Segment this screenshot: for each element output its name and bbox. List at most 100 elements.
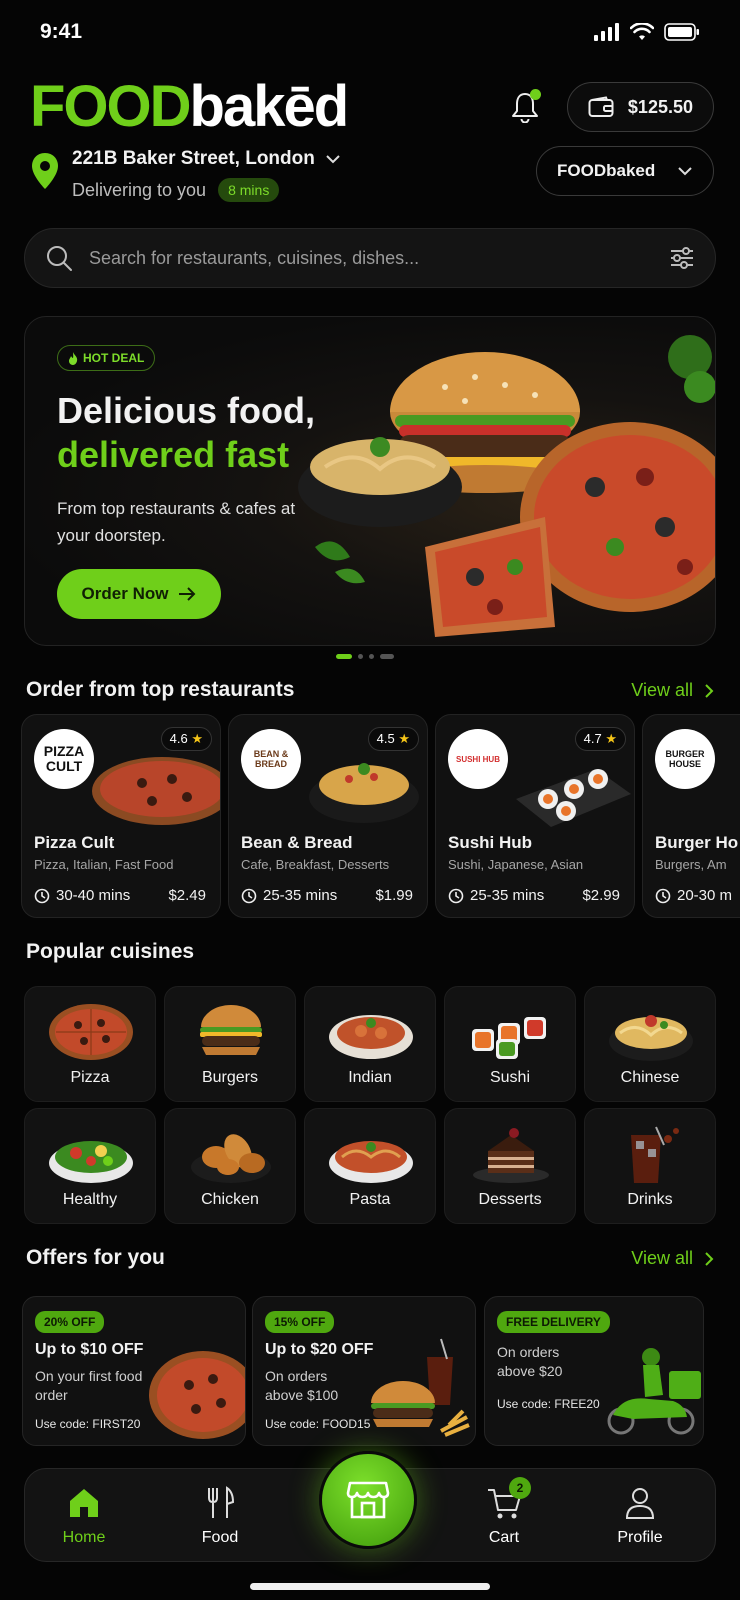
pasta-bowl-image — [309, 763, 419, 823]
pasta-icon — [329, 1141, 413, 1183]
star-icon: ★ — [191, 731, 203, 746]
hero-food-illustration — [298, 335, 715, 637]
cuisine-label: Sushi — [489, 1069, 531, 1086]
pizza-image — [149, 1351, 245, 1439]
hero-title-line1: Delicious food, — [57, 390, 316, 431]
search-bar — [24, 228, 716, 288]
store-button[interactable] — [319, 1451, 417, 1549]
home-indicator[interactable] — [250, 1583, 490, 1590]
cuisine-label: Burgers — [201, 1069, 259, 1086]
restaurant-tags: Burgers, Am — [655, 857, 727, 872]
scooter-delivery-image — [607, 1348, 701, 1435]
search-input[interactable] — [89, 247, 653, 269]
cuisine-burgers[interactable]: Burgers — [164, 986, 296, 1102]
wallet-icon — [588, 96, 614, 117]
notification-dot — [529, 89, 541, 100]
cuisine-chicken[interactable]: Chicken — [164, 1108, 296, 1224]
hot-deal-label: HOT DEAL — [83, 351, 145, 365]
cuisine-label: Pasta — [349, 1191, 391, 1208]
cuisine-desserts[interactable]: Desserts — [444, 1108, 576, 1224]
cuisine-pasta[interactable]: Pasta — [304, 1108, 436, 1224]
rating-value: 4.6 — [169, 731, 188, 746]
order-now-button[interactable]: Order Now — [57, 569, 221, 619]
delivery-time: 20-30 m — [655, 887, 732, 904]
restaurant-card[interactable]: PIZZA CULT 4.6 ★ Pizza Cult Pizza, Itali… — [21, 714, 221, 918]
logo-baked: bakēd — [189, 74, 350, 139]
order-now-label: Order Now — [81, 584, 169, 603]
nav-home[interactable]: Home — [39, 1483, 129, 1547]
sushi-icon — [472, 1017, 546, 1059]
cuisine-label: Chinese — [620, 1069, 680, 1086]
salad-icon — [49, 1141, 133, 1183]
restaurant-logo: BEAN & BREAD — [241, 729, 301, 789]
chevron-down-icon — [678, 167, 692, 176]
nav-food[interactable]: Food — [175, 1483, 265, 1547]
nav-profile-label: Profile — [617, 1529, 663, 1546]
delivery-fee: $2.99 — [582, 887, 620, 904]
cuisine-chinese[interactable]: Chinese — [584, 986, 716, 1102]
cuisine-grid: Pizza Burgers Indian Sushi Chinese Healt… — [24, 986, 716, 1224]
offer-description: On your first food order — [35, 1368, 143, 1403]
cuisine-drinks[interactable]: Drinks — [584, 1108, 716, 1224]
app-logo[interactable]: FOODbakēd — [30, 78, 349, 136]
wallet-button[interactable]: $125.50 — [566, 82, 714, 132]
pizza-image — [92, 757, 220, 825]
status-time: 9:41 — [40, 20, 83, 43]
delivery-location[interactable]: 221B Baker Street, London Delivering to … — [30, 148, 470, 208]
restaurant-logo: PIZZA CULT — [34, 729, 94, 789]
restaurant-card[interactable]: BEAN & BREAD 4.5 ★ Bean & Bread Cafe, Br… — [228, 714, 428, 918]
status-icons — [594, 23, 700, 41]
home-icon — [70, 1489, 98, 1517]
hero-banner[interactable]: HOT DEAL Delicious food, delivered fast … — [24, 316, 716, 646]
carousel-dot[interactable] — [358, 654, 363, 659]
delivery-fee: $2.49 — [168, 887, 206, 904]
offer-card[interactable]: FREE DELIVERY On orders above $20 Use co… — [484, 1296, 704, 1446]
offer-badge: FREE DELIVERY — [497, 1311, 610, 1333]
delivery-fee: $1.99 — [375, 887, 413, 904]
cuisine-pizza[interactable]: Pizza — [24, 986, 156, 1102]
chevron-right-icon — [705, 1251, 714, 1266]
carousel-dot[interactable] — [380, 654, 394, 659]
offer-card[interactable]: 20% OFF Up to $10 OFF On your first food… — [22, 1296, 246, 1446]
notifications-button[interactable] — [505, 87, 545, 127]
delivery-time: 25-35 mins — [241, 887, 337, 904]
arrow-right-icon — [179, 587, 196, 601]
delivery-time: 30-40 mins — [34, 887, 130, 904]
profile-icon — [625, 1488, 655, 1519]
offer-badge: 15% OFF — [265, 1311, 335, 1333]
curry-bowl-icon — [329, 1015, 413, 1059]
offers-view-all[interactable]: View all — [631, 1248, 714, 1269]
cuisines-section-title: Popular cuisines — [26, 940, 195, 963]
delivery-time-value: 25-35 mins — [470, 887, 545, 904]
restaurant-tags: Sushi, Japanese, Asian — [448, 857, 584, 872]
burger-drink-image — [371, 1338, 470, 1437]
cuisine-indian[interactable]: Indian — [304, 986, 436, 1102]
star-icon: ★ — [605, 731, 617, 746]
restaurant-card[interactable]: BURGER HOUSE Burger Ho Burgers, Am 20-30… — [642, 714, 740, 918]
restaurant-carousel[interactable]: PIZZA CULT 4.6 ★ Pizza Cult Pizza, Itali… — [21, 714, 740, 920]
nav-profile[interactable]: Profile — [595, 1483, 685, 1547]
nav-cart[interactable]: 2 Cart — [459, 1477, 549, 1547]
brand-selector[interactable]: FOODbaked — [536, 146, 714, 196]
restaurants-view-all[interactable]: View all — [631, 680, 714, 701]
cuisine-healthy[interactable]: Healthy — [24, 1108, 156, 1224]
cuisine-label: Pizza — [70, 1069, 110, 1086]
offers-carousel[interactable]: 20% OFF Up to $10 OFF On your first food… — [22, 1296, 718, 1448]
app-header: FOODbakēd $125.50 — [30, 72, 714, 142]
logo-food: FOOD — [30, 74, 192, 139]
restaurant-card[interactable]: SUSHI HUB 4.7 ★ Sushi Hub Sushi, Japanes… — [435, 714, 635, 918]
carousel-dot[interactable] — [369, 654, 374, 659]
cuisine-label: Healthy — [62, 1191, 118, 1208]
offer-code: Use code: FOOD15 — [265, 1417, 371, 1431]
signal-icon — [594, 23, 619, 41]
chevron-right-icon — [705, 683, 714, 698]
cuisine-sushi[interactable]: Sushi — [444, 986, 576, 1102]
carousel-dot-active[interactable] — [336, 654, 352, 659]
clock-icon — [34, 888, 50, 903]
delivery-time: 25-35 mins — [448, 887, 544, 904]
offer-card[interactable]: 15% OFF Up to $20 OFF On orders above $1… — [252, 1296, 476, 1446]
cuisine-label: Chicken — [201, 1191, 259, 1208]
filter-icon[interactable] — [669, 246, 695, 270]
hot-deal-badge: HOT DEAL — [57, 345, 156, 371]
fried-chicken-icon — [191, 1134, 271, 1183]
